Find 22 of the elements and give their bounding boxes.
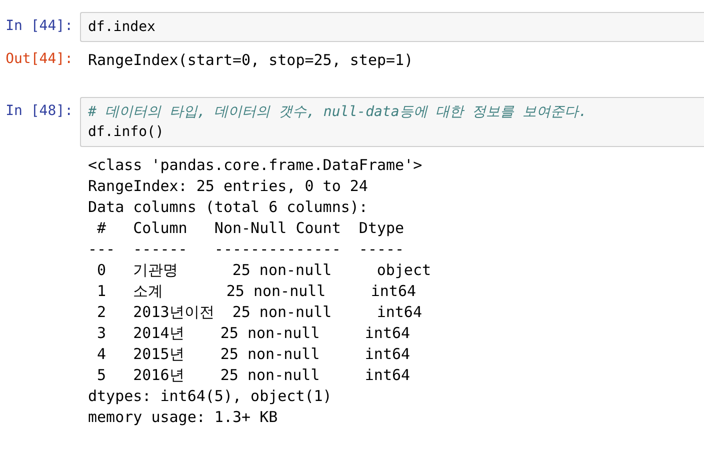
- output-line: 0 기관명 25 non-null object: [96, 260, 432, 281]
- output-line: 5 2016년 25 non-null int64: [96, 365, 412, 386]
- output-line: --- ------ -------------- -----: [88, 239, 406, 260]
- output-line: RangeIndex(start=0, stop=25, step=1): [88, 50, 414, 71]
- code-cell[interactable]: # 데이터의 타입, 데이터의 갯수, null-data등에 대한 정보를 보여준다. df.info(): [80, 97, 704, 147]
- input-prompt: In [48]:: [6, 103, 73, 119]
- code-line: df.index: [88, 18, 156, 37]
- output-line: # Column Non-Null Count Dtype: [96, 218, 406, 239]
- output-line: RangeIndex: 25 entries, 0 to 24: [88, 176, 369, 197]
- output-line: 4 2015년 25 non-null int64: [96, 344, 412, 365]
- output-line: 3 2014년 25 non-null int64: [96, 323, 412, 344]
- output-line: dtypes: int64(5), object(1): [88, 386, 333, 407]
- output-line: <class 'pandas.core.frame.DataFrame'>: [88, 155, 424, 176]
- input-prompt: In [44]:: [6, 18, 73, 34]
- output-line: Data columns (total 6 columns):: [88, 197, 369, 218]
- output-prompt: Out[44]:: [6, 51, 73, 67]
- output-line: memory usage: 1.3+ KB: [88, 407, 279, 428]
- code-comment: # 데이터의 타입, 데이터의 갯수, null-data등에 대한 정보를 보여준다.: [88, 103, 588, 122]
- code-line: df.info(): [88, 123, 165, 142]
- output-line: 2 2013년이전 25 non-null int64: [96, 302, 423, 323]
- code-cell[interactable]: df.index: [80, 12, 704, 42]
- output-line: 1 소계 25 non-null int64: [96, 281, 418, 302]
